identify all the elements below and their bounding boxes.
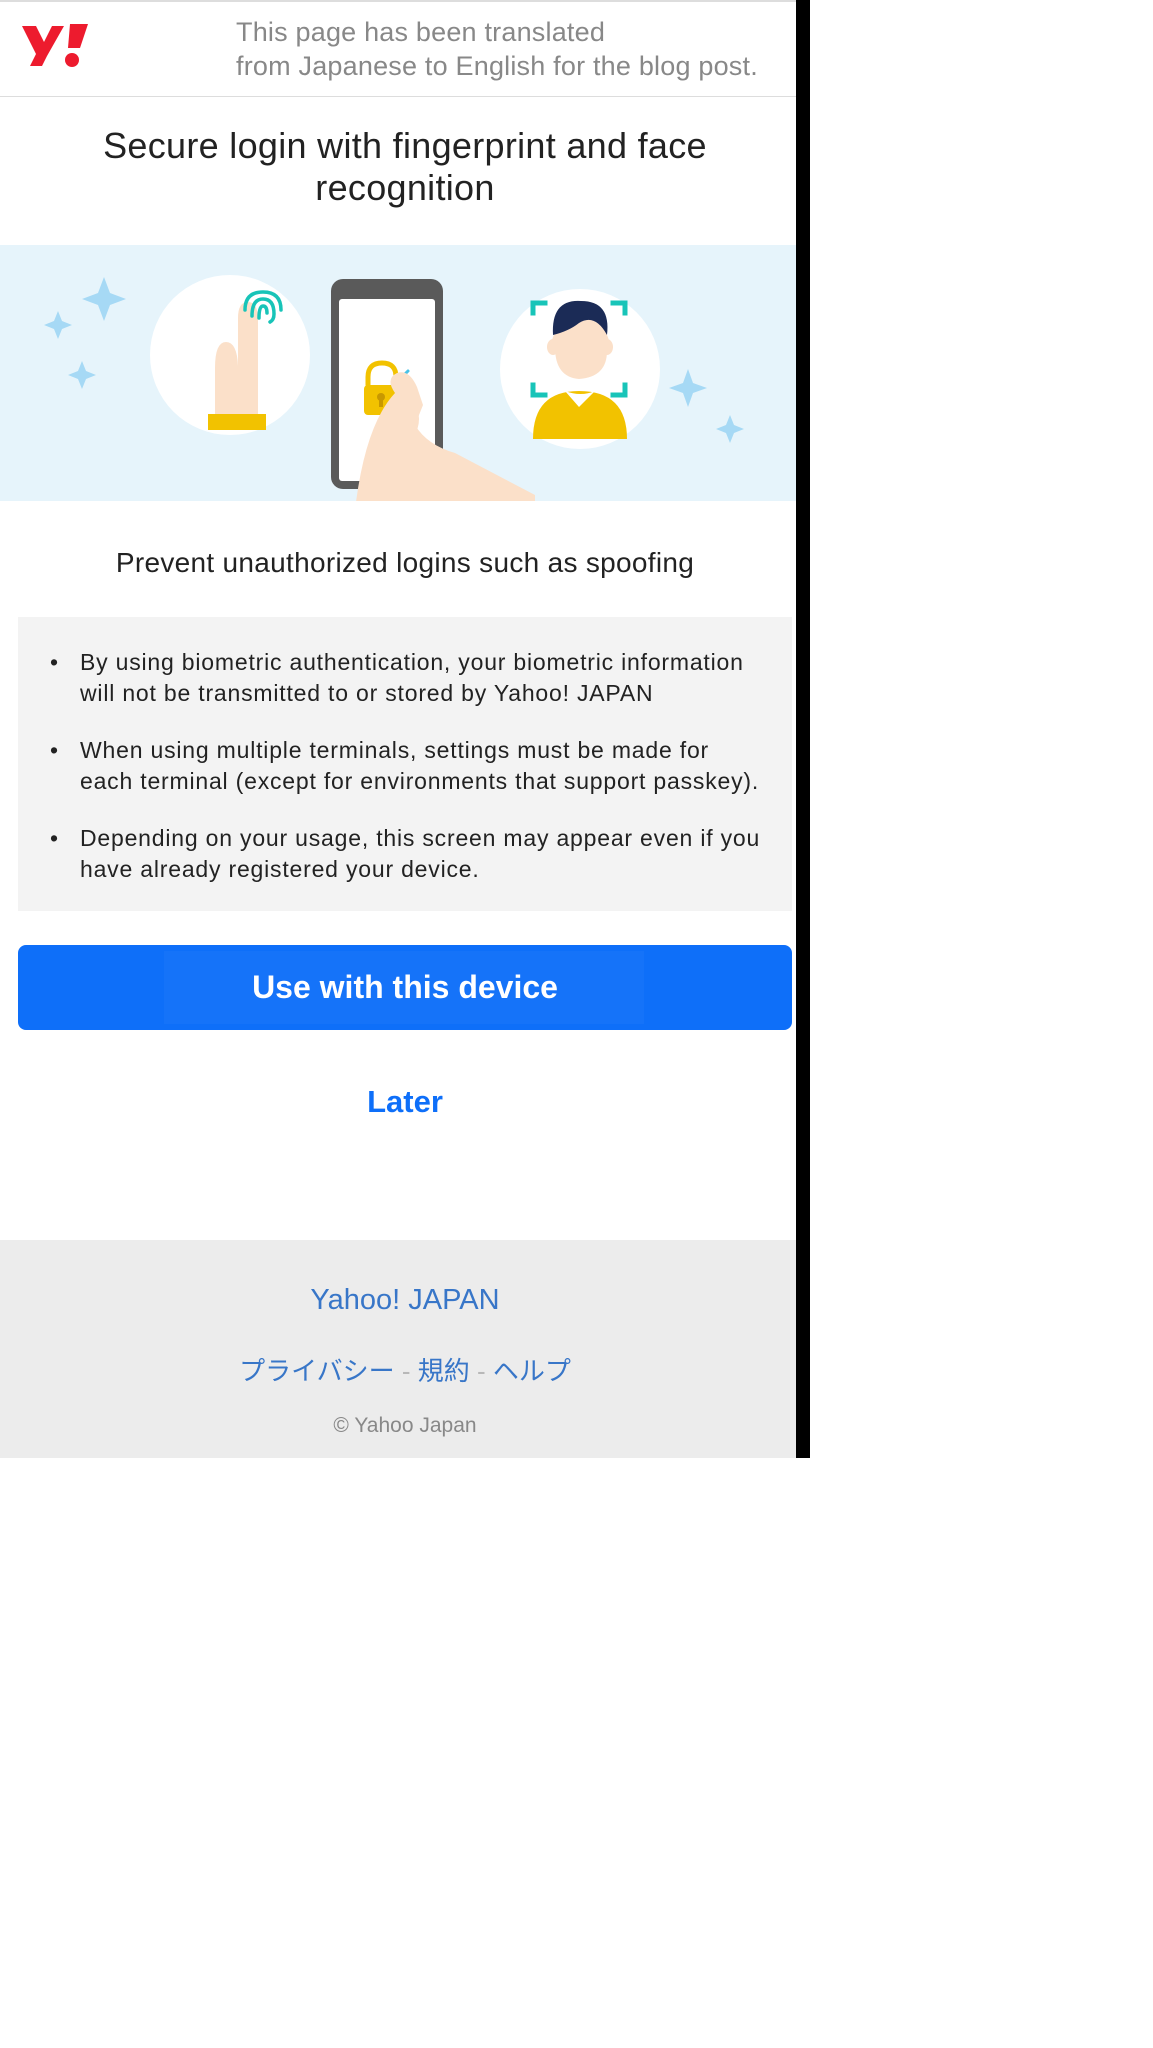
- use-with-device-button[interactable]: Use with this device: [18, 945, 792, 1030]
- info-box: By using biometric authentication, your …: [18, 617, 792, 911]
- footer-terms-link[interactable]: 規約: [418, 1356, 470, 1386]
- footer-links: プライバシー - 規約 - ヘルプ: [0, 1351, 810, 1388]
- info-bullet: By using biometric authentication, your …: [44, 647, 766, 709]
- footer-help-link[interactable]: ヘルプ: [493, 1356, 571, 1386]
- later-button[interactable]: Later: [0, 1084, 810, 1120]
- right-edge-decoration: [796, 0, 810, 1458]
- header: This page has been translated from Japan…: [0, 2, 810, 97]
- hero-illustration: [0, 245, 810, 501]
- footer-copyright: © Yahoo Japan: [0, 1414, 810, 1438]
- footer-brand-link[interactable]: Yahoo! JAPAN: [0, 1284, 810, 1317]
- subtitle: Prevent unauthorized logins such as spoo…: [0, 501, 810, 617]
- translation-note: This page has been translated from Japan…: [236, 16, 758, 84]
- info-bullet: Depending on your usage, this screen may…: [44, 823, 766, 885]
- page-title: Secure login with fingerprint and face r…: [0, 97, 810, 245]
- footer: Yahoo! JAPAN プライバシー - 規約 - ヘルプ © Yahoo J…: [0, 1240, 810, 1458]
- sparkle-icon: [44, 267, 140, 427]
- yahoo-logo-icon: [20, 22, 96, 73]
- hand-icon: [355, 365, 535, 501]
- sparkle-icon: [660, 365, 770, 475]
- fingerprint-bubble: [150, 275, 310, 435]
- footer-privacy-link[interactable]: プライバシー: [239, 1356, 394, 1386]
- info-bullet: When using multiple terminals, settings …: [44, 735, 766, 797]
